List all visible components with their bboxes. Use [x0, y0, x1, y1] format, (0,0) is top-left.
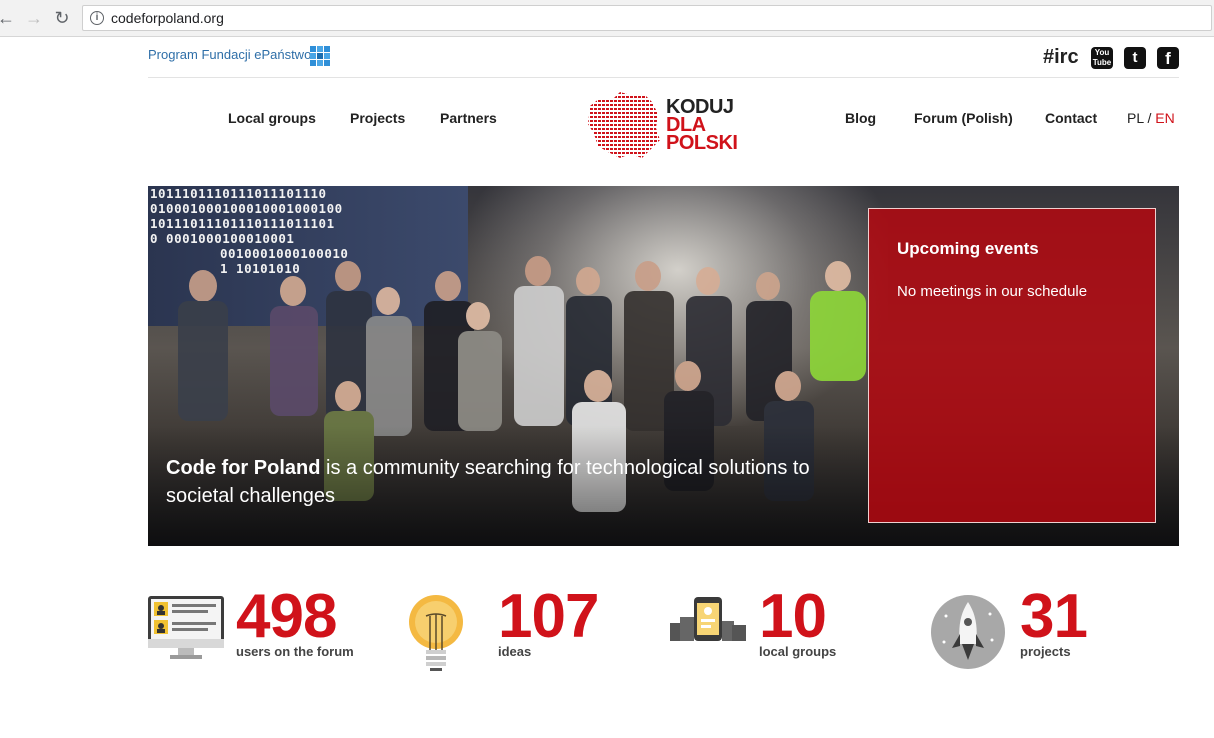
events-message: No meetings in our schedule [897, 283, 1088, 300]
poland-map-logo-icon[interactable] [586, 88, 662, 160]
events-title: Upcoming events [897, 239, 1039, 258]
facebook-icon[interactable]: f [1157, 47, 1179, 69]
monitor-users-icon [148, 596, 224, 659]
address-bar[interactable]: i codeforpoland.org [82, 5, 1212, 31]
header-divider [148, 77, 1179, 78]
lang-pl[interactable]: PL [1127, 110, 1144, 126]
nav-contact[interactable]: Contact [1045, 110, 1097, 126]
logo-wordmark[interactable]: KODUJ DLA POLSKI [666, 97, 738, 154]
epanstwo-logo-icon[interactable] [308, 44, 332, 68]
browser-toolbar: ← → ↻ i codeforpoland.org [0, 0, 1214, 37]
nav-projects[interactable]: Projects [350, 110, 405, 126]
hero-banner: 1011101110111011101110 01000100010001000… [148, 186, 1179, 546]
city-phone-icon [670, 597, 746, 641]
rocket-icon [931, 595, 1005, 669]
stat-groups-value: 10 [759, 582, 827, 651]
nav-forum[interactable]: Forum (Polish) [914, 110, 1013, 126]
nav-blog[interactable]: Blog [845, 110, 876, 126]
youtube-icon[interactable]: You Tube [1091, 47, 1113, 69]
twitter-icon[interactable]: t [1124, 47, 1146, 69]
lang-separator: / [1143, 110, 1156, 126]
program-link[interactable]: Program Fundacji ePaństwo [148, 47, 311, 62]
logo-line-3: POLSKI [666, 132, 738, 154]
upcoming-events-panel: Upcoming events No meetings in our sched… [868, 208, 1156, 523]
irc-link[interactable]: #irc [1043, 46, 1079, 70]
stat-ideas-value: 107 [498, 582, 599, 651]
stat-projects-label: projects [1020, 644, 1071, 659]
back-arrow-icon[interactable]: ← [0, 8, 16, 28]
url-text[interactable]: codeforpoland.org [111, 10, 224, 26]
hero-caption: Code for Poland is a community searching… [166, 454, 856, 510]
lightbulb-icon [409, 595, 463, 671]
language-switcher: PL / EN [1127, 110, 1175, 126]
hero-caption-bold: Code for Poland [166, 457, 321, 479]
stat-projects-value: 31 [1020, 582, 1088, 651]
info-icon[interactable]: i [90, 11, 104, 25]
stat-users-label: users on the forum [236, 644, 354, 659]
nav-partners[interactable]: Partners [440, 110, 497, 126]
stat-users-value: 498 [236, 582, 337, 651]
stat-groups-label: local groups [759, 644, 837, 659]
lang-en[interactable]: EN [1155, 110, 1174, 126]
stat-ideas-label: ideas [498, 644, 532, 659]
nav-local-groups[interactable]: Local groups [228, 110, 316, 126]
forward-arrow-icon[interactable]: → [24, 8, 44, 28]
reload-icon[interactable]: ↻ [52, 8, 72, 28]
